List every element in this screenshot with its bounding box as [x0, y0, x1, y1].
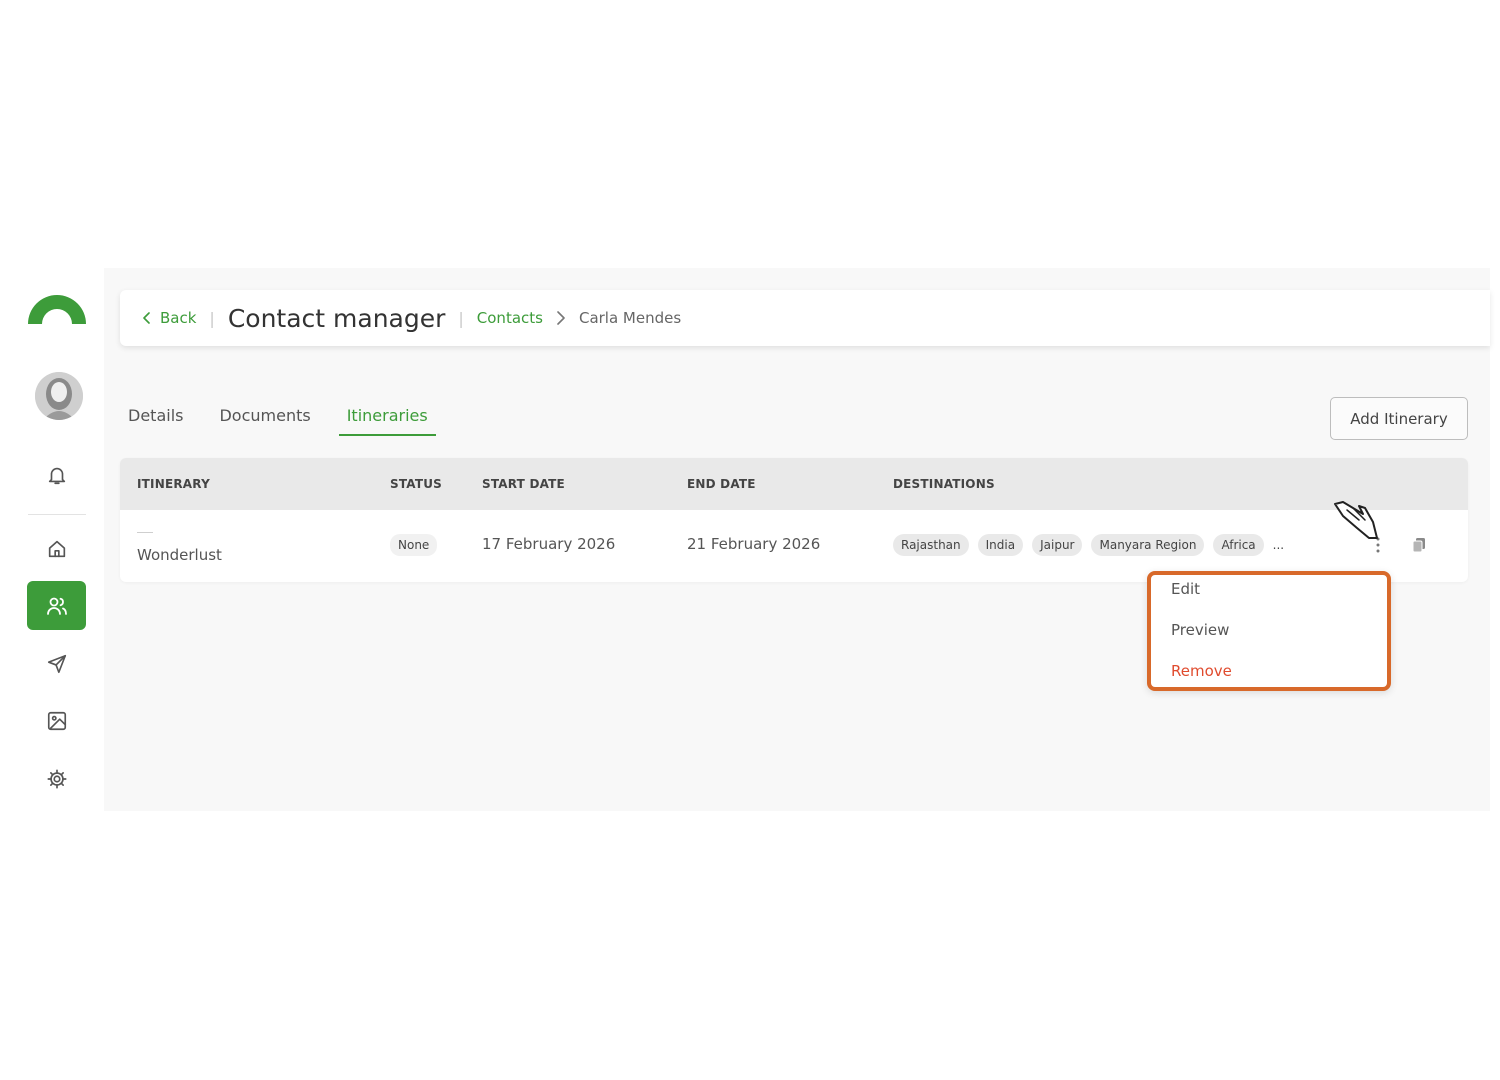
sidebar-item-contacts[interactable] — [27, 581, 86, 630]
image-icon[interactable] — [38, 702, 76, 740]
breadcrumb-current: Carla Mendes — [578, 309, 682, 327]
column-header-start-date[interactable]: START DATE — [482, 477, 565, 491]
back-label: Back — [160, 309, 197, 327]
end-date: 21 February 2026 — [687, 535, 821, 553]
thumbnail-placeholder — [137, 532, 153, 533]
copy-icon[interactable] — [1408, 534, 1430, 556]
destinations-overflow: ... — [1272, 538, 1285, 552]
main-content: Back | Contact manager | Contacts Carla … — [104, 268, 1490, 811]
tab-details[interactable]: Details — [128, 398, 183, 436]
page-title: Contact manager — [227, 303, 446, 333]
send-icon[interactable] — [38, 645, 76, 683]
back-button[interactable]: Back — [142, 309, 196, 327]
sidebar-divider — [28, 514, 86, 515]
destination-chip: Rajasthan — [893, 534, 969, 556]
header-separator: | — [209, 308, 215, 328]
destination-chip: India — [977, 534, 1024, 556]
logo-icon[interactable] — [26, 292, 88, 326]
destination-chip: Africa — [1213, 534, 1264, 556]
avatar[interactable] — [35, 372, 83, 420]
chevron-right-icon — [556, 311, 566, 325]
itineraries-table: ITINERARY STATUS START DATE END DATE DES… — [120, 458, 1468, 582]
sidebar — [0, 268, 104, 811]
destination-chip: Jaipur — [1032, 534, 1083, 556]
column-header-itinerary[interactable]: ITINERARY — [137, 477, 210, 491]
add-itinerary-button[interactable]: Add Itinerary — [1330, 397, 1468, 440]
home-icon[interactable] — [38, 530, 76, 568]
pointer-cursor-icon — [1334, 501, 1378, 539]
itinerary-name[interactable]: Wonderlust — [137, 546, 222, 564]
row-actions-menu: Edit Preview Remove — [1147, 571, 1391, 691]
menu-item-edit[interactable]: Edit — [1171, 580, 1200, 598]
page-header: Back | Contact manager | Contacts Carla … — [120, 290, 1490, 346]
table-header: ITINERARY STATUS START DATE END DATE DES… — [120, 458, 1468, 510]
destination-chip: Manyara Region — [1091, 534, 1205, 556]
status-badge: None — [390, 534, 438, 556]
chevron-left-icon — [143, 312, 150, 324]
destination-chips: Rajasthan India Jaipur Manyara Region Af… — [893, 534, 1284, 556]
gear-icon[interactable] — [38, 760, 76, 798]
menu-item-preview[interactable]: Preview — [1171, 621, 1229, 639]
breadcrumb-contacts-link[interactable]: Contacts — [477, 309, 543, 327]
column-header-destinations[interactable]: DESTINATIONS — [893, 477, 995, 491]
column-header-end-date[interactable]: END DATE — [687, 477, 756, 491]
users-icon — [46, 597, 67, 615]
tab-itineraries[interactable]: Itineraries — [338, 398, 436, 436]
bell-icon[interactable] — [38, 456, 76, 494]
app-shell: Back | Contact manager | Contacts Carla … — [0, 268, 1490, 811]
tab-bar: Details Documents Itineraries — [128, 398, 472, 436]
breadcrumb-separator: | — [458, 308, 464, 328]
start-date: 17 February 2026 — [482, 535, 616, 553]
column-header-status[interactable]: STATUS — [390, 477, 442, 491]
menu-item-remove[interactable]: Remove — [1171, 662, 1232, 680]
tab-documents[interactable]: Documents — [219, 398, 310, 436]
